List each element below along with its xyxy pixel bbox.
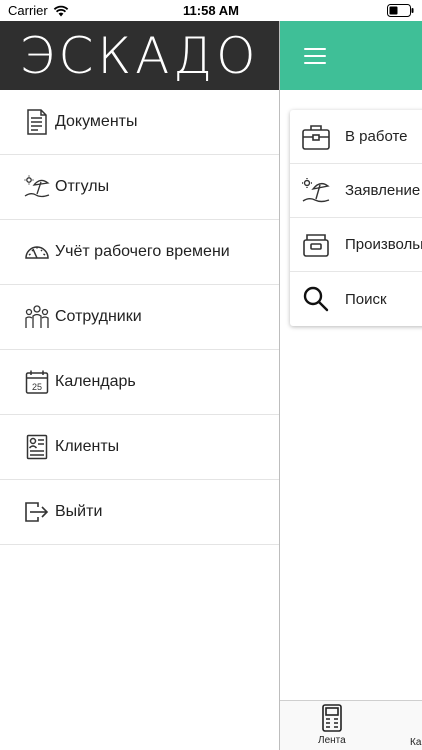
actions-card: В работе Заявление Произвольн Поиск [290,110,422,326]
speedometer-icon [24,238,50,266]
carrier-info: Carrier [8,3,69,18]
search-icon [300,283,332,315]
drawer-item-label: Учёт рабочего времени [55,243,230,260]
brand-logo: ЭСКАДО [19,26,260,85]
briefcase-icon [300,121,332,153]
drawer-item-time-tracking[interactable]: Учёт рабочего времени [0,220,279,285]
tab-calendar[interactable]: Ка [410,735,421,748]
card-item-label: Заявление [345,182,421,199]
drawer-item-logout[interactable]: Выйти [0,480,279,545]
feed-icon [322,704,342,732]
beach-umbrella-icon [24,173,50,201]
tab-bar: Лента Ка [280,700,422,750]
drawer-item-clients[interactable]: Клиенты [0,415,279,480]
card-item-search[interactable]: Поиск [290,272,422,326]
content-header [280,21,422,90]
document-icon [24,108,50,136]
drawer-item-documents[interactable]: Документы [0,90,279,155]
tab-label: Лента [318,735,346,746]
inbox-tray-icon [300,229,332,261]
status-bar: Carrier 11:58 AM [0,0,422,21]
tab-label: Ка [410,737,422,748]
svg-text:25: 25 [32,382,42,392]
drawer-item-time-off[interactable]: Отгулы [0,155,279,220]
contact-card-icon [24,433,50,461]
drawer-item-label: Отгулы [55,178,110,195]
carrier-label: Carrier [8,3,48,18]
drawer-item-label: Сотрудники [55,308,142,325]
card-item-label: В работе [345,128,408,145]
nav-drawer: ЭСКАДО Документы Отгулы Учёт рабочего вр… [0,21,280,750]
tab-feed[interactable]: Лента [318,703,346,746]
card-item-label: Поиск [345,290,387,308]
logout-icon [24,498,50,526]
beach-umbrella-icon [300,175,332,207]
main-content: В работе Заявление Произвольн Поиск Лент… [280,21,422,750]
battery-icon [387,4,414,17]
drawer-item-label: Календарь [55,373,136,390]
drawer-item-label: Выйти [55,503,103,520]
people-icon [24,303,50,331]
card-item-application[interactable]: Заявление [290,164,422,218]
card-item-arbitrary[interactable]: Произвольн [290,218,422,272]
drawer-item-calendar[interactable]: 25 Календарь [0,350,279,415]
card-item-label: Произвольн [345,236,422,253]
calendar-icon: 25 [24,368,50,396]
wifi-icon [53,5,68,16]
drawer-header: ЭСКАДО [0,21,279,90]
card-item-in-work[interactable]: В работе [290,110,422,164]
drawer-item-label: Клиенты [55,438,120,455]
drawer-item-label: Документы [55,113,138,130]
drawer-item-employees[interactable]: Сотрудники [0,285,279,350]
hamburger-menu-icon[interactable] [304,47,326,64]
